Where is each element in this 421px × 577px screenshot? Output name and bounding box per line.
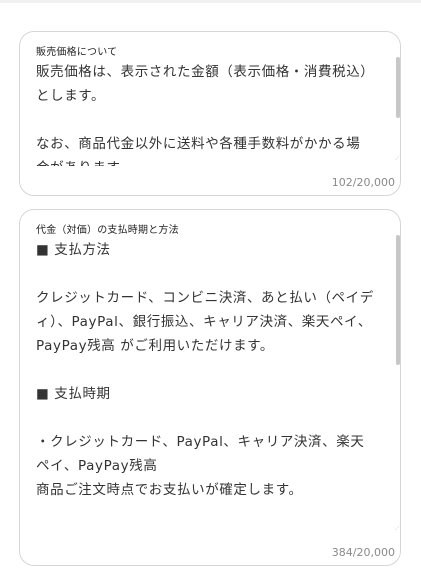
payment-text[interactable]: ■ 支払方法 クレジットカード、コンビニ決済、あと払い（ペイディ）、PayPal… [36,238,374,534]
sales-price-label: 販売価格について [36,47,118,58]
payment-char-counter: 384/20,000 [331,546,395,559]
sales-price-char-counter: 102/20,000 [331,176,395,189]
sales-price-text[interactable]: 販売価格は、表示された金額（表示価格・消費税込）とします。 なお、商品代金以外に… [36,60,374,166]
resize-handle-icon[interactable]: ⋰ [395,155,400,161]
resize-handle-icon[interactable]: ⋰ [395,525,400,531]
sales-price-scrollbar[interactable] [396,57,400,118]
payment-textarea[interactable]: 代金（対価）の支払時期と方法 ■ 支払方法 クレジットカード、コンビニ決済、あと… [19,209,401,566]
top-divider [0,0,421,3]
payment-scrollbar[interactable] [396,235,400,365]
sales-price-textarea[interactable]: 販売価格について 販売価格は、表示された金額（表示価格・消費税込）とします。 な… [19,31,401,196]
payment-label: 代金（対価）の支払時期と方法 [36,225,179,236]
